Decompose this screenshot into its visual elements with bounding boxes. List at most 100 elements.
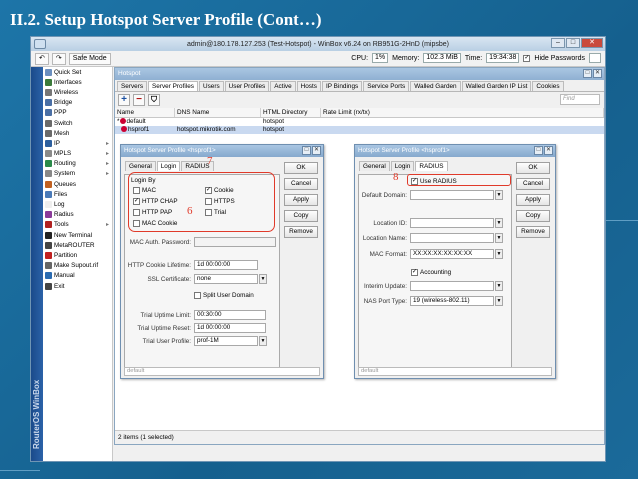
sidebar-item-mpls[interactable]: MPLS ▸ bbox=[43, 149, 112, 159]
tab-general[interactable]: General bbox=[125, 161, 156, 171]
chevron-down-icon[interactable]: ▼ bbox=[495, 296, 503, 306]
tab-cookies[interactable]: Cookies bbox=[532, 81, 564, 91]
restore-button[interactable]: □ bbox=[583, 69, 592, 78]
checkbox-checked[interactable]: ✓ bbox=[411, 269, 418, 276]
sidebar-item-tools[interactable]: Tools ▸ bbox=[43, 220, 112, 230]
sidebar-item-bridge[interactable]: Bridge bbox=[43, 98, 112, 108]
tab-login[interactable]: Login bbox=[156, 161, 181, 171]
trial-user-profile-select[interactable]: prof-1M bbox=[194, 336, 258, 346]
table-row[interactable]: hsprof1 hotspot.mikrotik.com hotspot bbox=[115, 126, 604, 134]
column-rate-limit[interactable]: Rate Limit (rx/tx) bbox=[321, 108, 604, 117]
sidebar-item-log[interactable]: Log bbox=[43, 199, 112, 209]
column-name[interactable]: Name bbox=[115, 108, 175, 117]
redo-button[interactable]: ↷ bbox=[51, 52, 66, 65]
tab-walled-garden-ip-list[interactable]: Walled Garden IP List bbox=[461, 81, 532, 91]
sidebar-item-wireless[interactable]: Wireless bbox=[43, 87, 112, 97]
sidebar-item-metarouter[interactable]: MetaROUTER bbox=[43, 240, 112, 250]
tab-ip-bindings[interactable]: IP Bindings bbox=[321, 81, 363, 91]
chevron-down-icon[interactable]: ▼ bbox=[495, 233, 503, 243]
remove-button[interactable]: − bbox=[133, 94, 145, 106]
ssl-certificate-select[interactable]: none bbox=[194, 274, 258, 284]
sidebar-item-make-supout-rif[interactable]: Make Supout.rif bbox=[43, 261, 112, 271]
close-button[interactable]: ✕ bbox=[593, 69, 602, 78]
column-html-directory[interactable]: HTML Directory bbox=[261, 108, 321, 117]
chevron-down-icon[interactable]: ▼ bbox=[495, 249, 503, 259]
column-dns-name[interactable]: DNS Name bbox=[175, 108, 261, 117]
tab-login[interactable]: Login bbox=[390, 161, 415, 171]
close-button[interactable]: ✕ bbox=[581, 38, 603, 48]
tab-hosts[interactable]: Hosts bbox=[296, 81, 321, 91]
row-html: hotspot bbox=[263, 118, 284, 125]
sidebar-item-ip[interactable]: IP ▸ bbox=[43, 138, 112, 148]
dialog-tabs: General Login RADIUS bbox=[359, 161, 448, 171]
nas-port-type-input[interactable]: 19 (wireless-802.11) bbox=[410, 296, 494, 306]
split-user-domain-option[interactable]: Split User Domain bbox=[194, 292, 254, 299]
http-cookie-lifetime-input[interactable]: 1d 00:00:00 bbox=[194, 260, 258, 270]
accounting-option[interactable]: ✓ Accounting bbox=[411, 269, 451, 276]
copy-button[interactable]: Copy bbox=[516, 210, 550, 222]
cancel-button[interactable]: Cancel bbox=[284, 178, 318, 190]
tab-user-profiles[interactable]: User Profiles bbox=[224, 81, 270, 91]
chevron-down-icon[interactable]: ▼ bbox=[495, 281, 503, 291]
sidebar-item-label: IP bbox=[54, 139, 60, 147]
sidebar-item-partition[interactable]: Partition bbox=[43, 250, 112, 260]
location-name-input[interactable] bbox=[410, 233, 494, 243]
remove-button[interactable]: Remove bbox=[284, 226, 318, 238]
tab-users[interactable]: Users bbox=[198, 81, 224, 91]
tab-radius[interactable]: RADIUS bbox=[415, 161, 448, 171]
hide-passwords-checkbox[interactable]: ✓ bbox=[523, 54, 531, 62]
copy-button[interactable]: Copy bbox=[284, 210, 318, 222]
trial-uptime-limit-input[interactable]: 00:30:00 bbox=[194, 310, 266, 320]
trial-uptime-reset-input[interactable]: 1d 00:00:00 bbox=[194, 323, 266, 333]
ok-button[interactable]: OK bbox=[284, 162, 318, 174]
safe-mode-button[interactable]: Safe Mode bbox=[68, 52, 111, 65]
mac-format-select[interactable]: XX:XX:XX:XX:XX:XX bbox=[410, 249, 494, 259]
tab-servers[interactable]: Servers bbox=[117, 81, 148, 91]
chevron-down-icon[interactable]: ▼ bbox=[495, 218, 503, 228]
location-id-input[interactable] bbox=[410, 218, 494, 228]
tab-general[interactable]: General bbox=[359, 161, 390, 171]
interim-update-input[interactable] bbox=[410, 281, 494, 291]
chevron-down-icon[interactable]: ▼ bbox=[259, 274, 267, 284]
sidebar-item-system[interactable]: System ▸ bbox=[43, 169, 112, 179]
default-domain-input[interactable] bbox=[410, 190, 494, 200]
restore-button[interactable]: □ bbox=[534, 146, 543, 155]
close-button[interactable]: ✕ bbox=[544, 146, 553, 155]
restore-button[interactable]: □ bbox=[302, 146, 311, 155]
sidebar-item-routing[interactable]: Routing ▸ bbox=[43, 159, 112, 169]
find-input[interactable]: Find bbox=[560, 94, 600, 105]
memory-value: 102.3 MiB bbox=[423, 53, 461, 63]
remove-button[interactable]: Remove bbox=[516, 226, 550, 238]
window-list-icon[interactable] bbox=[589, 53, 601, 63]
apply-button[interactable]: Apply bbox=[516, 194, 550, 206]
checkbox[interactable] bbox=[194, 292, 201, 299]
sidebar-item-new-terminal[interactable]: New Terminal bbox=[43, 230, 112, 240]
apply-button[interactable]: Apply bbox=[284, 194, 318, 206]
tab-server-profiles[interactable]: Server Profiles bbox=[148, 81, 198, 91]
sidebar-item-files[interactable]: Files bbox=[43, 189, 112, 199]
tab-active[interactable]: Active bbox=[270, 81, 296, 91]
undo-button[interactable]: ↶ bbox=[35, 52, 49, 65]
sidebar-item-exit[interactable]: Exit bbox=[43, 281, 112, 291]
sidebar-item-ppp[interactable]: PPP bbox=[43, 108, 112, 118]
tab-walled-garden[interactable]: Walled Garden bbox=[410, 81, 461, 91]
sidebar-item-queues[interactable]: Queues bbox=[43, 179, 112, 189]
close-button[interactable]: ✕ bbox=[312, 146, 321, 155]
ok-button[interactable]: OK bbox=[516, 162, 550, 174]
sidebar-item-mesh[interactable]: Mesh bbox=[43, 128, 112, 138]
tab-service-ports[interactable]: Service Ports bbox=[363, 81, 410, 91]
filter-icon[interactable]: ⛉ bbox=[148, 94, 160, 106]
sidebar-item-quick-set[interactable]: Quick Set bbox=[43, 67, 112, 77]
cancel-button[interactable]: Cancel bbox=[516, 178, 550, 190]
sidebar-item-interfaces[interactable]: Interfaces bbox=[43, 77, 112, 87]
chevron-down-icon[interactable]: ▼ bbox=[495, 190, 503, 200]
sidebar-item-radius[interactable]: Radius bbox=[43, 210, 112, 220]
sidebar-item-switch[interactable]: Switch bbox=[43, 118, 112, 128]
sidebar-item-manual[interactable]: Manual bbox=[43, 271, 112, 281]
mac-auth-password-input[interactable] bbox=[194, 237, 276, 247]
minimize-button[interactable]: – bbox=[551, 38, 565, 48]
add-button[interactable]: + bbox=[118, 94, 130, 106]
chevron-down-icon[interactable]: ▼ bbox=[259, 336, 267, 346]
maximize-button[interactable]: □ bbox=[566, 38, 580, 48]
table-row[interactable]: * default hotspot bbox=[115, 118, 604, 126]
